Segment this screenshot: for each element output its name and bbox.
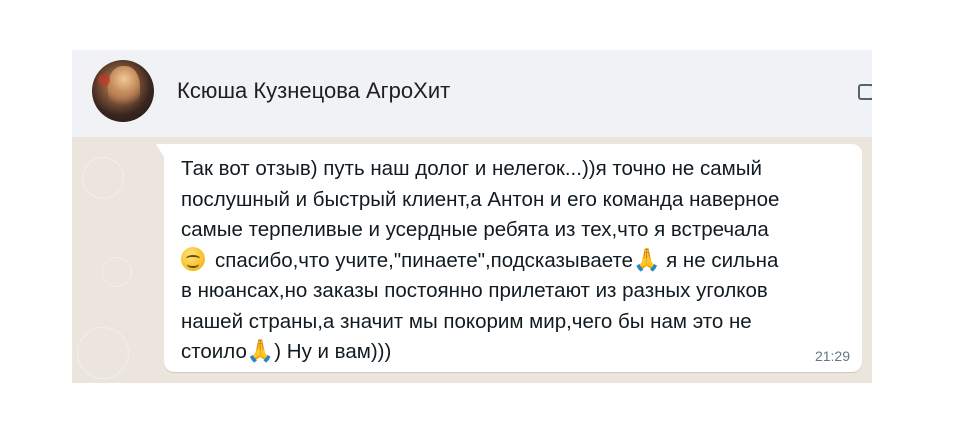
message-fragment: стоило <box>181 340 247 363</box>
message-line: самые терпеливые и усердные ребята из те… <box>181 218 769 241</box>
message-line: спасибо,что учите,"пинаете",подсказывает… <box>181 246 779 277</box>
message-bubble[interactable]: Так вот отзыв) путь наш долог и нелегок.… <box>156 144 862 372</box>
avatar[interactable] <box>92 60 154 122</box>
message-timestamp: 21:29 <box>814 348 850 364</box>
pray-icon: 🙏 <box>246 339 275 364</box>
bubble-tail <box>156 144 164 157</box>
message-text: Так вот отзыв) путь наш долог и нелегок.… <box>181 154 779 368</box>
pray-icon: 🙏 <box>633 247 661 273</box>
background-doodle <box>77 327 129 379</box>
contact-name[interactable]: Ксюша Кузнецова АгроХит <box>177 78 450 104</box>
message-fragment: ) Ну и вам))) <box>274 340 392 363</box>
smiling-face-icon <box>181 246 205 271</box>
message-fragment: спасибо,что учите,"пинаете",подсказывает… <box>215 248 633 272</box>
message-fragment: я не сильна <box>666 248 779 272</box>
message-line: стоило🙏) Ну и вам))) <box>181 337 779 368</box>
chat-body[interactable]: Так вот отзыв) путь наш долог и нелегок.… <box>72 137 872 383</box>
avatar-photo <box>108 66 140 110</box>
background-doodle <box>82 157 124 199</box>
message-line: в нюансах,но заказы постоянно прилетают … <box>181 279 768 302</box>
avatar-accent <box>98 74 110 86</box>
header-menu-icon[interactable] <box>858 84 872 100</box>
chat-header: Ксюша Кузнецова АгроХит <box>72 50 872 137</box>
message-line: нашей страны,а значит мы покорим мир,чег… <box>181 309 752 333</box>
chat-window: Ксюша Кузнецова АгроХит Так вот отзыв) п… <box>72 50 872 383</box>
message-line: послушный и быстрый клиент,а Антон и его… <box>181 187 780 211</box>
background-doodle <box>102 257 132 287</box>
message-line: Так вот отзыв) путь наш долог и нелегок.… <box>181 157 762 180</box>
